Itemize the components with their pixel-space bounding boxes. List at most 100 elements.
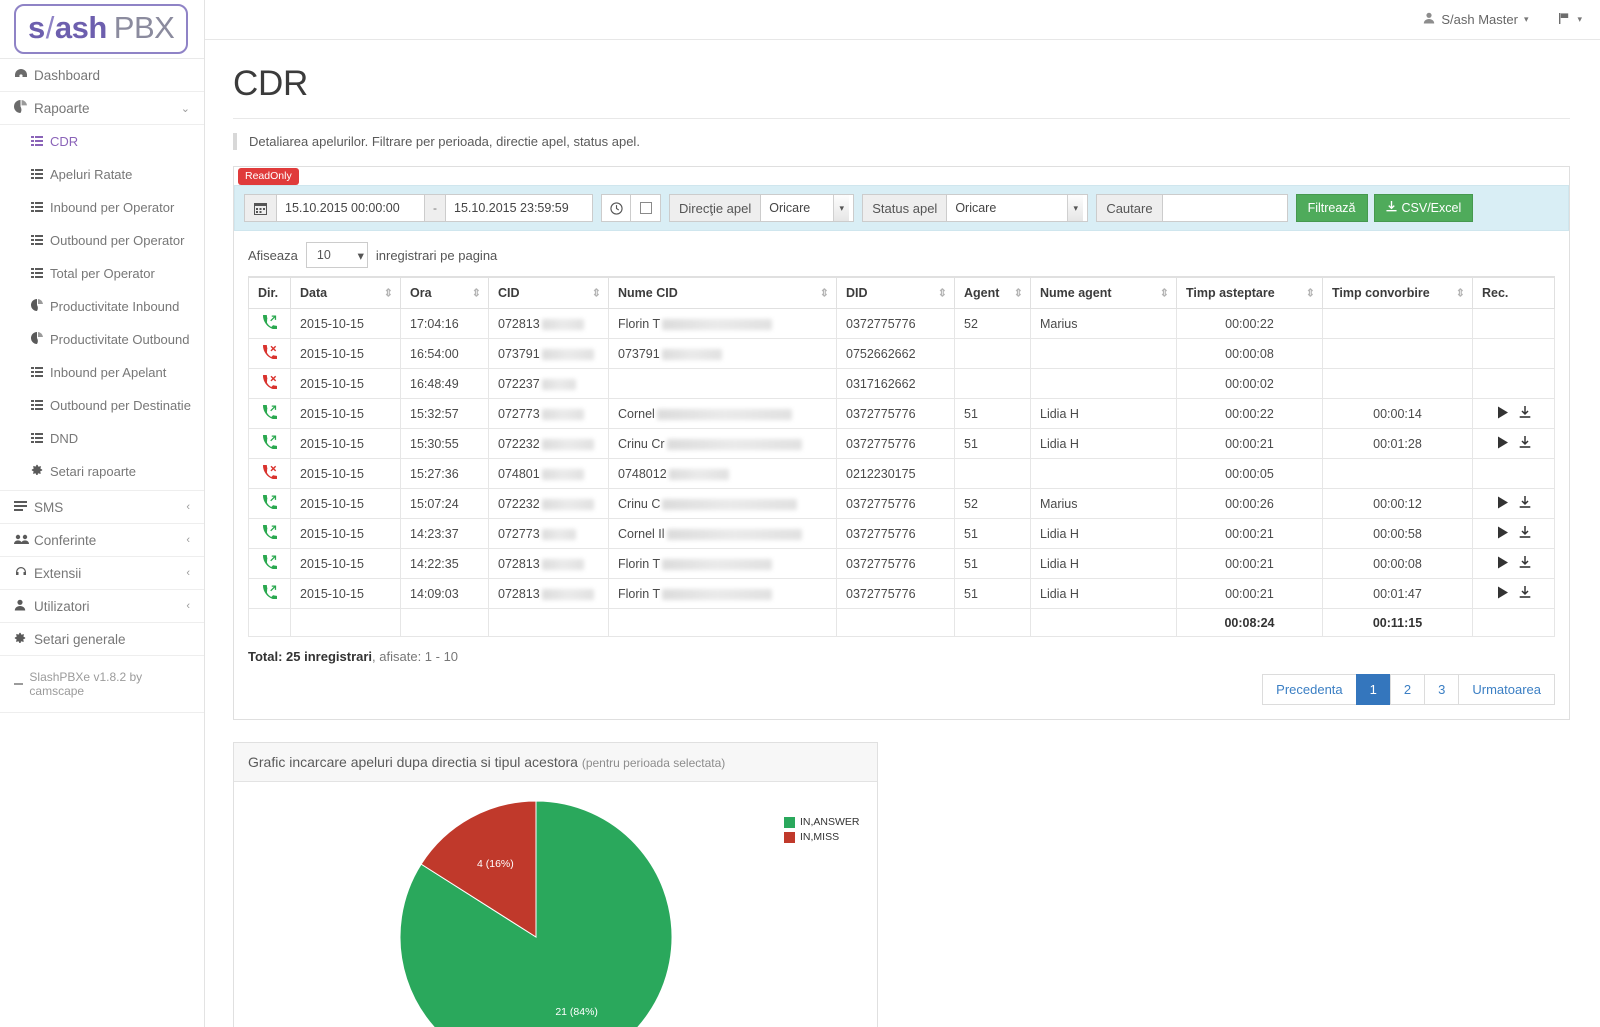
pagination-page-2[interactable]: 2	[1389, 674, 1425, 705]
table-row[interactable]: 2015-10-15 15:27:36 074801 0748012 021223017…	[248, 458, 1555, 489]
status-apel-select[interactable]: Oricare ▾	[947, 194, 1089, 222]
pagination-page-1[interactable]: 1	[1355, 674, 1390, 705]
language-menu[interactable]: ▾	[1558, 12, 1582, 28]
play-icon[interactable]	[1497, 496, 1509, 512]
chevron-left-icon: ‹	[186, 567, 190, 579]
clock-icon[interactable]	[601, 194, 631, 222]
table-row[interactable]: 2015-10-15 17:04:16 072813 Florin T 03727757…	[248, 308, 1555, 339]
directie-apel-group[interactable]: Direcţie apel Oricare ▾	[669, 194, 855, 222]
cell-timp-convorbire: 00:00:12	[1322, 488, 1473, 519]
cell-rec	[1472, 428, 1555, 459]
cell-rec	[1472, 458, 1555, 489]
sidebar-item-productivitate-inbound[interactable]: Productivitate Inbound	[0, 290, 204, 323]
download-icon[interactable]	[1519, 495, 1531, 512]
pagination-next[interactable]: Urmatoarea	[1458, 674, 1555, 705]
call-incoming-icon	[262, 494, 278, 512]
table-row[interactable]: 2015-10-15 15:30:55 072232 Crinu Cr 03727757…	[248, 428, 1555, 459]
sidebar-item-outbound-per-operator[interactable]: Outbound per Operator	[0, 224, 204, 257]
column-header-did[interactable]: DID ⇕	[836, 276, 955, 309]
date-to-input[interactable]: 15.10.2015 23:59:59	[445, 194, 593, 222]
cell-agent: 51	[954, 428, 1031, 459]
column-header-data[interactable]: Data ⇕	[290, 276, 401, 309]
logo-text-ash: ash	[54, 10, 107, 45]
cell-empty	[1472, 608, 1555, 637]
date-from-input[interactable]: 15.10.2015 00:00:00	[277, 194, 425, 222]
search-group[interactable]: Cautare	[1096, 194, 1288, 222]
sidebar-item-extensii[interactable]: Extensii ‹	[0, 557, 204, 590]
legend-item-in-answer[interactable]: IN,ANSWER	[784, 816, 860, 828]
sidebar-item-sms[interactable]: SMS ‹	[0, 491, 204, 524]
sidebar-item-outbound-per-destinatie[interactable]: Outbound per Destinatie	[0, 389, 204, 422]
directie-apel-select[interactable]: Oricare ▾	[761, 194, 855, 222]
chevron-left-icon: ‹	[186, 600, 190, 612]
chart-panel: Grafic incarcare apeluri dupa directia s…	[233, 742, 878, 1027]
sidebar-item-inbound-per-apelant[interactable]: Inbound per Apelant	[0, 356, 204, 389]
call-missed-icon	[262, 464, 278, 482]
legend-swatch	[784, 831, 795, 843]
play-icon[interactable]	[1497, 526, 1509, 542]
table-row[interactable]: 2015-10-15 14:23:37 072773 Cornel Il 0372775…	[248, 518, 1555, 549]
sidebar-item-apeluri-ratate[interactable]: Apeluri Ratate	[0, 158, 204, 191]
sidebar-item-inbound-per-operator[interactable]: Inbound per Operator	[0, 191, 204, 224]
sidebar-item-setari-generale[interactable]: Setari generale	[0, 623, 204, 656]
play-icon[interactable]	[1497, 556, 1509, 572]
sidebar-item-cdr[interactable]: CDR	[0, 125, 204, 158]
date-range-group[interactable]: 15.10.2015 00:00:00 - 15.10.2015 23:59:5…	[244, 194, 593, 222]
export-csv-button[interactable]: CSV/Excel	[1373, 194, 1474, 222]
logo[interactable]: s / ash PBX	[0, 0, 204, 59]
sidebar-item-label: Inbound per Operator	[50, 200, 175, 215]
table-row[interactable]: 2015-10-15 15:32:57 072773 Cornel 0372775776…	[248, 398, 1555, 429]
checkbox-icon[interactable]	[631, 194, 661, 222]
download-icon[interactable]	[1519, 525, 1531, 542]
cell-ora: 15:32:57	[400, 398, 489, 429]
gear-icon	[14, 632, 34, 647]
sidebar-item-total-per-operator[interactable]: Total per Operator	[0, 257, 204, 290]
pagination-page-3[interactable]: 3	[1424, 674, 1459, 705]
table-row[interactable]: 2015-10-15 15:07:24 072232 Crinu C 037277577…	[248, 488, 1555, 519]
download-icon[interactable]	[1519, 435, 1531, 452]
status-apel-group[interactable]: Status apel Oricare ▾	[862, 194, 1089, 222]
column-header-cid[interactable]: CID ⇕	[488, 276, 609, 309]
length-select[interactable]: 10 ▾	[305, 242, 368, 268]
sidebar-item-setari-rapoarte[interactable]: Setari rapoarte	[0, 455, 204, 488]
sidebar-item-productivitate-outbound[interactable]: Productivitate Outbound	[0, 323, 204, 356]
summary-prefix: Total:	[248, 649, 283, 664]
chevron-down-icon: ▾	[357, 248, 364, 263]
redacted-text	[541, 468, 584, 480]
table-row[interactable]: 2015-10-15 16:48:49 072237 0317162662 00:00:…	[248, 368, 1555, 399]
column-header-agent[interactable]: Agent ⇕	[954, 276, 1031, 309]
readonly-badge-row: ReadOnly	[234, 167, 1569, 185]
play-icon[interactable]	[1497, 436, 1509, 452]
play-icon[interactable]	[1497, 586, 1509, 602]
legend-item-in-miss[interactable]: IN,MISS	[784, 831, 860, 843]
sidebar-item-utilizatori[interactable]: Utilizatori ‹	[0, 590, 204, 623]
cell-timp-convorbire: 00:00:58	[1322, 518, 1473, 549]
calendar-icon[interactable]	[244, 194, 277, 222]
sidebar-item-dnd[interactable]: DND	[0, 422, 204, 455]
sidebar-item-dashboard[interactable]: Dashboard	[0, 59, 204, 92]
time-toggle-group[interactable]	[601, 194, 661, 222]
play-icon[interactable]	[1497, 406, 1509, 422]
table-row[interactable]: 2015-10-15 14:09:03 072813 Florin T 03727757…	[248, 578, 1555, 609]
table-row[interactable]: 2015-10-15 14:22:35 072813 Florin T 03727757…	[248, 548, 1555, 579]
download-icon[interactable]	[1519, 555, 1531, 572]
sidebar-item-label: Outbound per Destinatie	[50, 398, 191, 413]
sidebar-item-conferinte[interactable]: Conferinte ‹	[0, 524, 204, 557]
cell-nume-agent	[1030, 458, 1177, 489]
column-header-timp-asteptare[interactable]: Timp asteptare ⇕	[1176, 276, 1323, 309]
download-icon[interactable]	[1519, 405, 1531, 422]
column-header-ora[interactable]: Ora ⇕	[400, 276, 489, 309]
column-header-timp-convorbire[interactable]: Timp convorbire ⇕	[1322, 276, 1473, 309]
chart-title-text: Grafic incarcare apeluri dupa directia s…	[248, 754, 578, 770]
search-input[interactable]	[1162, 194, 1288, 222]
column-header-nume-cid[interactable]: Nume CID ⇕	[608, 276, 837, 309]
column-header-rec[interactable]: Rec.	[1472, 276, 1555, 309]
column-header-nume-agent[interactable]: Nume agent ⇕	[1030, 276, 1177, 309]
filter-button[interactable]: Filtrează	[1295, 194, 1368, 222]
sidebar-item-rapoarte[interactable]: Rapoarte ⌄	[0, 92, 204, 125]
user-menu[interactable]: S/ash Master ▾	[1423, 12, 1528, 27]
column-header-dir[interactable]: Dir.	[248, 276, 291, 309]
table-row[interactable]: 2015-10-15 16:54:00 073791 073791 0752662662…	[248, 338, 1555, 369]
pagination-prev[interactable]: Precedenta	[1262, 674, 1356, 705]
download-icon[interactable]	[1519, 585, 1531, 602]
